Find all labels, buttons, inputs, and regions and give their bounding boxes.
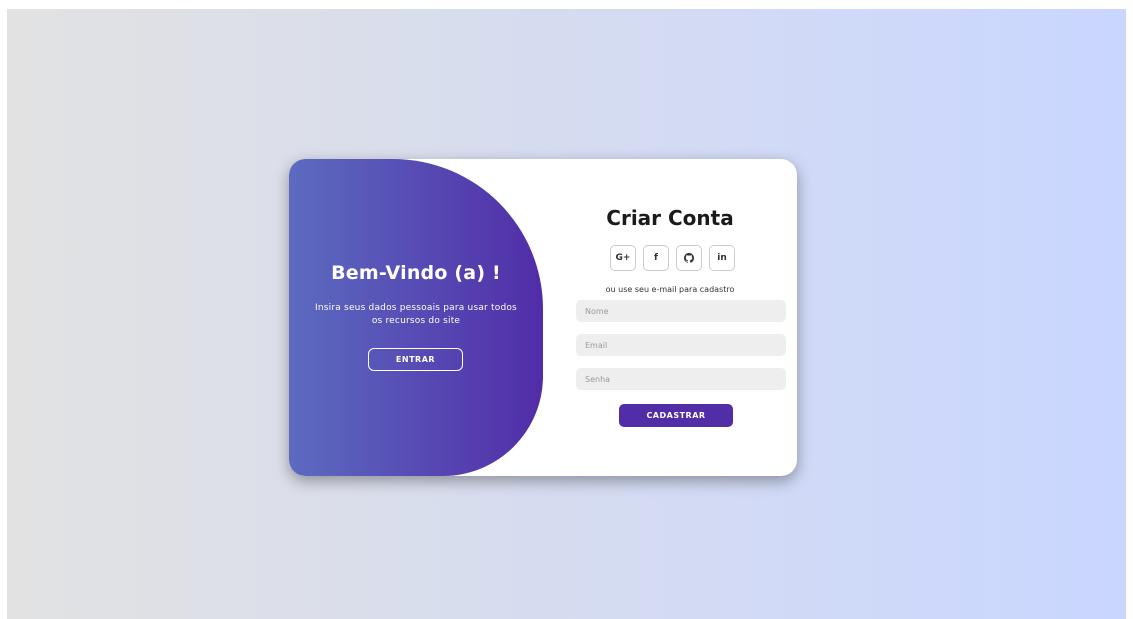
email-input[interactable] xyxy=(576,334,786,356)
facebook-button[interactable]: f xyxy=(643,245,669,271)
welcome-title: Bem-Vindo (a) ! xyxy=(331,262,501,284)
signup-button[interactable]: CADASTRAR xyxy=(619,404,733,427)
password-input[interactable] xyxy=(576,368,786,390)
page-background: Bem-Vindo (a) ! Insira seus dados pessoa… xyxy=(7,9,1126,619)
form-title: Criar Conta xyxy=(606,206,734,230)
linkedin-icon: in xyxy=(717,253,727,263)
welcome-text: Insira seus dados pessoais para usar tod… xyxy=(315,303,517,326)
auth-card: Bem-Vindo (a) ! Insira seus dados pessoa… xyxy=(289,159,797,476)
github-button[interactable] xyxy=(676,245,702,271)
signup-form: Criar Conta G+ f in ou use seu e-mail pa… xyxy=(543,159,797,476)
welcome-panel: Bem-Vindo (a) ! Insira seus dados pessoa… xyxy=(289,159,543,476)
github-icon xyxy=(684,253,694,263)
login-button[interactable]: ENTRAR xyxy=(368,348,463,371)
linkedin-button[interactable]: in xyxy=(709,245,735,271)
facebook-icon: f xyxy=(654,253,658,263)
social-login-group: G+ f in xyxy=(610,245,740,271)
form-subtitle: ou use seu e-mail para cadastro xyxy=(605,285,735,294)
name-input[interactable] xyxy=(576,300,786,322)
google-plus-icon: G+ xyxy=(615,253,631,263)
google-plus-button[interactable]: G+ xyxy=(610,245,636,271)
